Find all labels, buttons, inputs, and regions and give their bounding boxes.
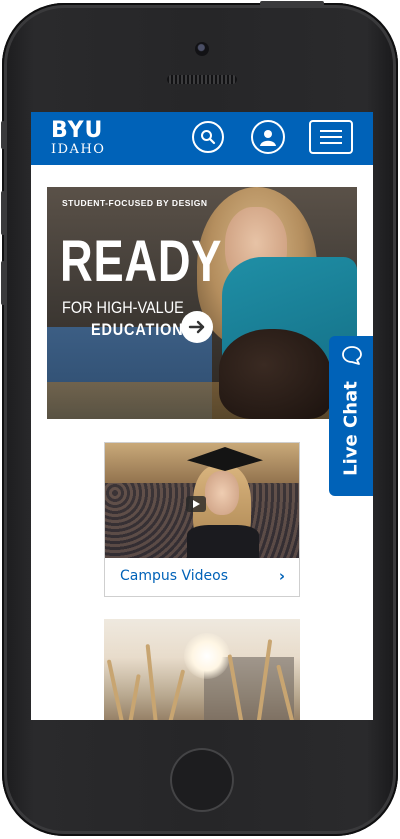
- graduation-cap-image: [187, 447, 263, 471]
- campus-image-card[interactable]: [104, 619, 300, 720]
- calf-image: [219, 329, 331, 419]
- arrow-right-icon: [188, 320, 205, 334]
- search-button[interactable]: [192, 121, 224, 153]
- site-header: BYU IDAHO: [31, 112, 373, 165]
- phone-screen: BYU IDAHO STUDENT-FOCUSED BY DESIGN READ…: [31, 112, 373, 720]
- menu-icon: [320, 130, 342, 132]
- live-chat-label[interactable]: Live Chat: [341, 366, 362, 492]
- graduate-video-thumbnail[interactable]: [105, 443, 299, 558]
- user-icon: [260, 130, 276, 146]
- volume-up-button: [1, 191, 5, 235]
- logo-idaho[interactable]: IDAHO: [51, 143, 105, 157]
- hero-tagline: STUDENT-FOCUSED BY DESIGN: [62, 198, 208, 208]
- live-chat-tab[interactable]: Live Chat: [329, 336, 373, 496]
- logo-byu[interactable]: BYU: [51, 120, 103, 142]
- play-icon[interactable]: [186, 496, 206, 512]
- sun-image: [184, 633, 230, 679]
- power-button: [260, 1, 324, 6]
- home-button[interactable]: [170, 748, 234, 812]
- hero-banner[interactable]: STUDENT-FOCUSED BY DESIGN READY FOR HIGH…: [47, 187, 357, 419]
- campus-videos-label[interactable]: Campus Videos: [120, 568, 228, 584]
- hero-line1: FOR HIGH-VALUE: [62, 298, 184, 317]
- account-button[interactable]: [251, 120, 285, 154]
- front-camera: [195, 42, 209, 56]
- campus-videos-card[interactable]: Campus Videos ›: [104, 442, 300, 597]
- chevron-right-icon[interactable]: ›: [279, 567, 285, 585]
- volume-down-button: [1, 261, 5, 305]
- earpiece-speaker: [167, 75, 237, 84]
- hero-arrow-button[interactable]: [181, 311, 213, 343]
- hero-headline: READY: [60, 229, 223, 294]
- search-icon: [201, 130, 216, 145]
- menu-button[interactable]: [309, 120, 353, 154]
- hero-line2: EDUCATION: [91, 320, 184, 339]
- silent-switch: [1, 121, 5, 149]
- chat-bubble-icon: [342, 346, 362, 365]
